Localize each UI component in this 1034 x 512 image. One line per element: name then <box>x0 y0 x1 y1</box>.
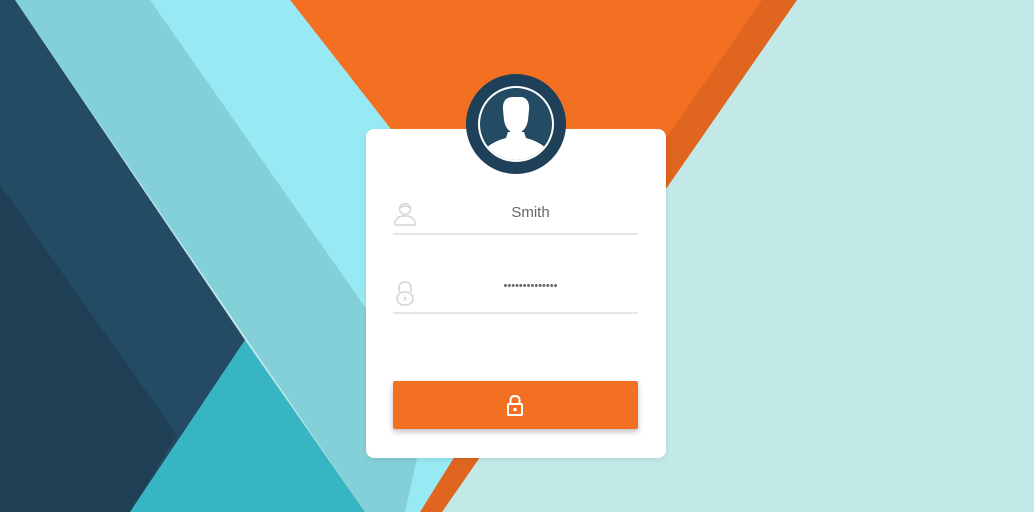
user-silhouette-icon <box>478 86 554 162</box>
username-input[interactable] <box>423 204 638 221</box>
login-button[interactable] <box>393 381 638 429</box>
avatar <box>466 74 566 174</box>
username-field-wrapper <box>393 193 638 235</box>
password-field-wrapper <box>393 272 638 314</box>
padlock-icon <box>507 394 523 416</box>
login-card <box>366 129 666 458</box>
padlock-outline-icon <box>396 281 414 306</box>
user-outline-icon <box>394 202 416 226</box>
password-input[interactable] <box>423 280 638 292</box>
